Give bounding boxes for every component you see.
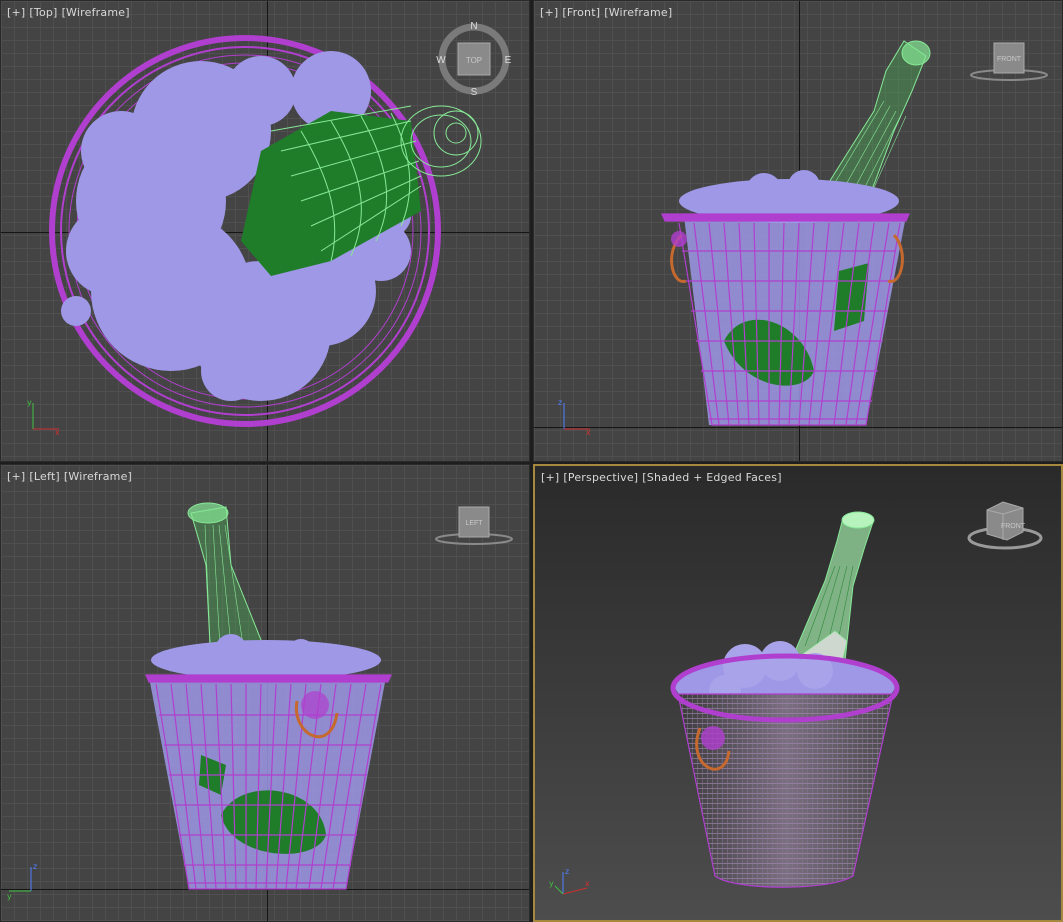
- svg-text:y: y: [27, 398, 32, 407]
- viewport-label-left: [+] [Left] [Wireframe]: [7, 470, 136, 483]
- svg-text:z: z: [558, 398, 562, 407]
- viewport-menu-button[interactable]: [+]: [541, 471, 559, 484]
- viewport-label-perspective: [+] [Perspective] [Shaded + Edged Faces]: [541, 471, 786, 484]
- axis-gizmo-front: z x: [558, 398, 591, 437]
- svg-text:x: x: [55, 428, 60, 437]
- axis-gizmo-top: y x: [27, 398, 60, 437]
- svg-text:z: z: [565, 867, 569, 876]
- shading-mode-menu[interactable]: [Wireframe]: [62, 6, 130, 19]
- view-type-menu[interactable]: [Front]: [562, 6, 600, 19]
- view-type-menu[interactable]: [Left]: [29, 470, 59, 483]
- compass-west: W: [436, 55, 446, 66]
- view-type-menu[interactable]: [Top]: [29, 6, 57, 19]
- shading-mode-menu[interactable]: [Shaded + Edged Faces]: [642, 471, 781, 484]
- axis-gizmo-left: z y: [7, 862, 37, 901]
- viewport-menu-button[interactable]: [+]: [7, 470, 25, 483]
- svg-text:x: x: [586, 428, 591, 437]
- viewcube-face: [986, 501, 1024, 541]
- viewport-front[interactable]: [+] [Front] [Wireframe] FRONT z x: [533, 0, 1063, 462]
- viewport-menu-button[interactable]: [+]: [7, 6, 25, 19]
- viewport-menu-button[interactable]: [+]: [540, 6, 558, 19]
- shading-mode-menu[interactable]: [Wireframe]: [64, 470, 132, 483]
- viewport-label-front: [+] [Front] [Wireframe]: [540, 6, 676, 19]
- view-type-menu[interactable]: [Perspective]: [563, 471, 638, 484]
- bottle: [792, 511, 875, 672]
- svg-text:x: x: [585, 879, 590, 888]
- viewcube-face-label: TOP: [466, 56, 482, 65]
- svg-text:y: y: [549, 879, 554, 888]
- compass-south: S: [471, 87, 478, 98]
- viewport-perspective[interactable]: [+] [Perspective] [Shaded + Edged Faces]: [533, 464, 1063, 922]
- viewport-left[interactable]: [+] [Left] [Wireframe] LEFT z y: [0, 464, 530, 922]
- svg-text:y: y: [7, 892, 12, 901]
- viewcube-front[interactable]: FRONT: [964, 39, 1054, 89]
- viewport-label-top: [+] [Top] [Wireframe]: [7, 6, 134, 19]
- ice-cubes: [151, 634, 381, 680]
- viewcube-top[interactable]: TOP N S E W: [436, 19, 516, 99]
- axis-gizmo-perspective: z x y: [549, 867, 590, 895]
- svg-text:z: z: [33, 862, 37, 871]
- shading-mode-menu[interactable]: [Wireframe]: [604, 6, 672, 19]
- viewcube-face-label: FRONT: [997, 56, 1022, 63]
- viewcube-face-label: LEFT: [465, 520, 483, 527]
- viewport-top[interactable]: [+] [Top] [Wireframe] TOP N S E W y x: [0, 0, 530, 462]
- viewcube-left[interactable]: LEFT: [429, 503, 519, 553]
- compass-north: N: [470, 21, 477, 32]
- compass-east: E: [505, 55, 512, 66]
- viewcube-face-label: FRONT: [1001, 523, 1026, 530]
- viewcube-perspective[interactable]: FRONT: [965, 496, 1045, 556]
